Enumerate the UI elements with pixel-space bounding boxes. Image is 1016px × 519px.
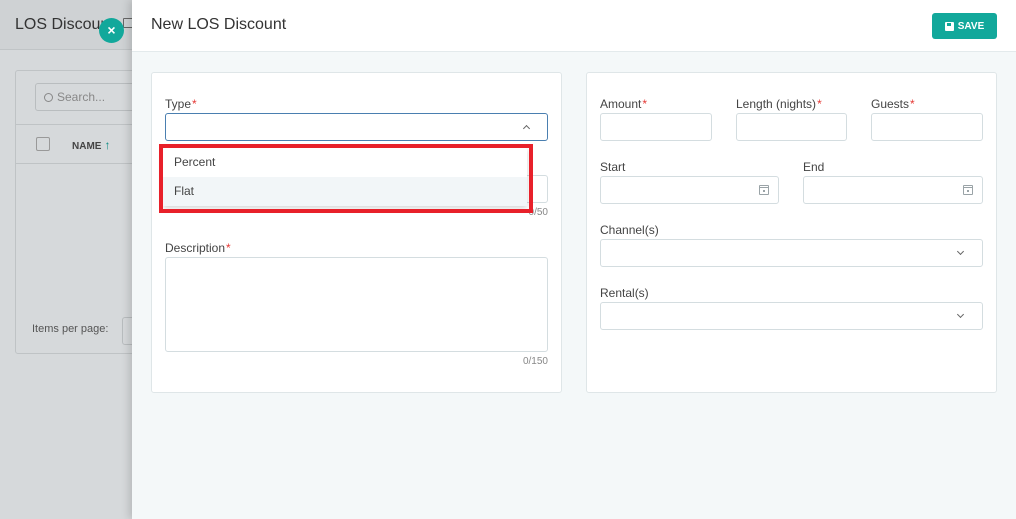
channels-select[interactable]: [600, 239, 983, 267]
close-icon: ×: [107, 22, 116, 38]
required-mark: *: [192, 97, 197, 111]
channels-label: Channel(s): [600, 223, 659, 237]
drawer-header: New LOS Discount SAVE: [132, 0, 1016, 52]
name-char-counter: 0/50: [528, 207, 548, 218]
drawer-title: New LOS Discount: [151, 16, 287, 33]
new-los-discount-drawer: New LOS Discount SAVE Type* 0/50 Descrip…: [132, 0, 1016, 519]
description-textarea[interactable]: [165, 257, 548, 352]
start-date-input[interactable]: [600, 176, 779, 204]
calendar-icon[interactable]: [759, 185, 769, 195]
type-select[interactable]: [165, 113, 548, 141]
table-divider: [15, 124, 145, 125]
description-char-counter: 0/150: [522, 356, 548, 367]
guests-label: Guests*: [871, 97, 915, 111]
column-name-label: NAME: [72, 141, 102, 152]
floppy-disk-icon: [944, 21, 954, 31]
items-per-page-label: Items per page:: [32, 323, 109, 335]
chevron-down-icon: [956, 247, 965, 256]
select-all-checkbox: [36, 137, 50, 151]
guests-input[interactable]: [871, 113, 983, 141]
column-header-name: NAME ↑: [72, 138, 110, 152]
rentals-label: Rental(s): [600, 286, 649, 300]
amount-input[interactable]: [600, 113, 712, 141]
background-list-card: [15, 70, 145, 354]
type-label: Type*: [165, 97, 197, 111]
rentals-select[interactable]: [600, 302, 983, 330]
required-mark: *: [910, 97, 915, 111]
chevron-down-icon: [956, 310, 965, 319]
left-form-card: Type* 0/50 Description* 0/150: [151, 72, 562, 393]
start-label: Start: [600, 160, 626, 174]
background-page-title: LOS Discoun: [15, 16, 110, 33]
search-placeholder: Search...: [57, 90, 106, 104]
type-option-flat[interactable]: Flat: [163, 177, 527, 206]
end-label: End: [803, 160, 825, 174]
save-button-label: SAVE: [957, 20, 985, 32]
search-icon: [44, 93, 53, 102]
right-form-card: Amount* Length (nights)* Guests* Start E…: [586, 72, 997, 393]
end-date-input[interactable]: [803, 176, 983, 204]
chevron-up-icon: [522, 124, 531, 133]
length-nights-input[interactable]: [736, 113, 847, 141]
required-mark: *: [226, 241, 231, 255]
length-nights-label: Length (nights)*: [736, 97, 822, 111]
table-divider: [15, 163, 145, 164]
close-drawer-button[interactable]: ×: [99, 18, 124, 43]
amount-label: Amount*: [600, 97, 648, 111]
calendar-icon[interactable]: [963, 185, 973, 195]
type-option-percent[interactable]: Percent: [163, 148, 527, 177]
save-button[interactable]: SAVE: [932, 13, 997, 39]
required-mark: *: [817, 97, 822, 111]
type-dropdown-menu: Percent Flat: [163, 148, 527, 206]
sort-arrow-icon: ↑: [104, 138, 111, 152]
background-search-input: Search...: [35, 83, 145, 111]
required-mark: *: [642, 97, 648, 111]
description-label: Description*: [165, 241, 231, 255]
